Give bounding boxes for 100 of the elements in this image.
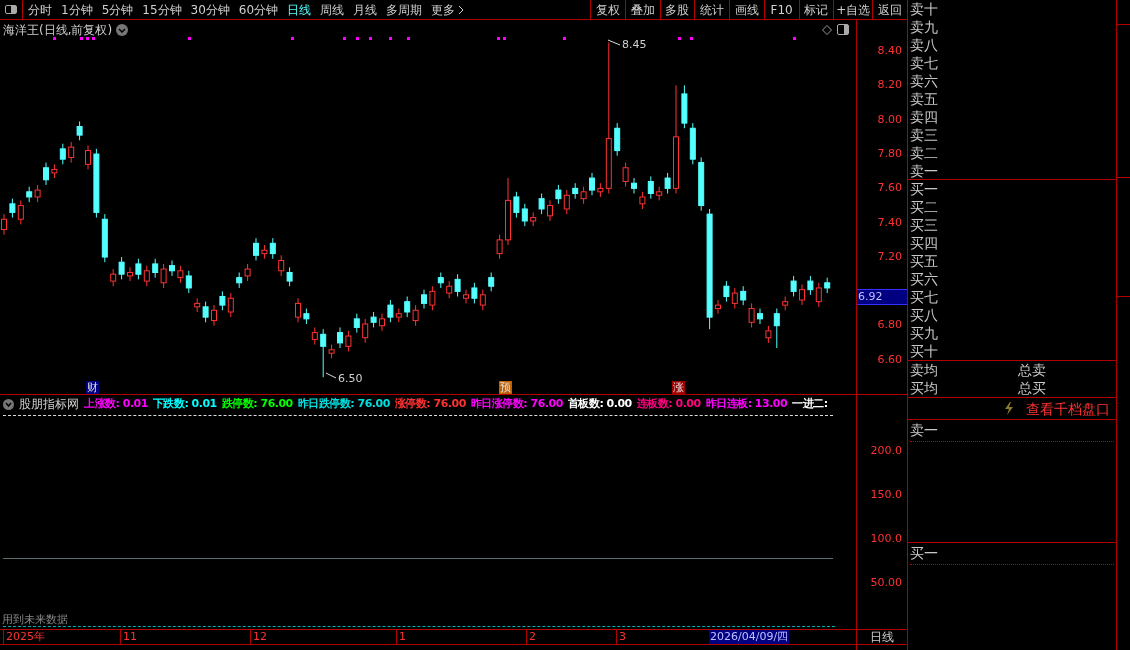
diamond-icon[interactable] bbox=[822, 25, 832, 35]
bid-level-label: 买三 bbox=[910, 216, 938, 234]
dropdown-icon[interactable] bbox=[116, 24, 129, 36]
indicator-value: 昨日跌停数: 76.00 bbox=[297, 395, 390, 412]
dropdown-icon[interactable] bbox=[3, 398, 14, 410]
toolbar-button[interactable]: 画线 bbox=[729, 0, 764, 19]
candlestick bbox=[799, 284, 805, 306]
candlestick bbox=[362, 318, 369, 344]
candlestick bbox=[169, 259, 175, 277]
toolbar-button[interactable]: +自选 bbox=[833, 0, 873, 19]
candlestick bbox=[622, 162, 629, 188]
indicator-axis-label: 150.0 bbox=[870, 488, 902, 501]
chart-title: 海洋王(日线,前复权) bbox=[3, 22, 113, 39]
candlestick bbox=[521, 203, 528, 227]
toolbar-button[interactable]: 多股 bbox=[659, 0, 695, 19]
period-tab[interactable]: 月线 bbox=[353, 0, 378, 19]
bid-level-label: 买九 bbox=[910, 324, 938, 342]
date-axis-label: 11 bbox=[120, 630, 137, 644]
price-axis-label: 7.20 bbox=[877, 249, 902, 263]
candlestick bbox=[135, 258, 142, 280]
toolbar-button[interactable]: 复权 bbox=[590, 0, 625, 19]
event-marker[interactable]: 涨 bbox=[672, 381, 685, 394]
date-axis-label: 1 bbox=[396, 630, 406, 644]
summary-label: 总买 bbox=[1018, 379, 1046, 397]
bid-level-label: 买七 bbox=[910, 288, 938, 306]
candlestick bbox=[471, 282, 478, 304]
candlestick bbox=[454, 273, 461, 298]
candlestick bbox=[353, 313, 360, 334]
current-price-label: 6.92 bbox=[857, 289, 907, 305]
indicator-value: 上涨数: 0.01 bbox=[84, 395, 148, 412]
bid-level-label: 买八 bbox=[910, 306, 938, 324]
candlestick bbox=[127, 266, 133, 282]
panel-toggle-icon[interactable] bbox=[837, 24, 849, 35]
price-axis-label: 8.20 bbox=[877, 78, 902, 92]
toolbar-button[interactable]: 返回 bbox=[872, 0, 908, 19]
ask-level-label: 卖五 bbox=[910, 90, 938, 108]
date-axis-label: 3 bbox=[616, 630, 626, 644]
leader-line bbox=[607, 39, 621, 46]
candlestick bbox=[219, 290, 226, 311]
candlestick bbox=[513, 191, 520, 219]
candlestick bbox=[479, 289, 486, 311]
candlestick bbox=[17, 199, 24, 225]
event-marker[interactable]: 财 bbox=[86, 381, 99, 394]
summary-label: 总卖 bbox=[1018, 361, 1046, 379]
candlestick bbox=[757, 308, 763, 325]
date-axis-label: 12 bbox=[250, 630, 267, 644]
bid-level-label: 买一 bbox=[910, 180, 938, 198]
indicator-axis-label: 50.00 bbox=[870, 576, 902, 589]
date-axis-label: 2025年 bbox=[3, 630, 45, 644]
candlestick bbox=[463, 289, 469, 304]
candlestick bbox=[429, 285, 436, 311]
ask-level-label: 卖二 bbox=[910, 144, 938, 162]
bid-level-label: 买十 bbox=[910, 342, 938, 360]
toolbar-button[interactable]: 叠加 bbox=[624, 0, 660, 19]
period-tab[interactable]: 60分钟 bbox=[238, 0, 279, 19]
candlestick bbox=[664, 172, 671, 195]
period-tab[interactable]: 分时 bbox=[28, 0, 52, 19]
candlestick bbox=[421, 289, 427, 310]
indicator-value: 昨日涨停数: 76.00 bbox=[470, 395, 563, 412]
candlestick bbox=[269, 237, 276, 260]
period-label: 日线 bbox=[857, 630, 907, 645]
period-tab[interactable]: 5分钟 bbox=[101, 0, 134, 19]
candlestick bbox=[731, 287, 738, 310]
price-axis-label: 7.40 bbox=[877, 215, 902, 229]
price-axis-label: 8.00 bbox=[877, 112, 902, 126]
toolbar-button[interactable]: F10 bbox=[763, 0, 799, 19]
ask-level-label: 卖六 bbox=[910, 72, 938, 90]
candlestick bbox=[118, 256, 125, 280]
candlestick bbox=[589, 172, 595, 196]
candlestick bbox=[547, 199, 553, 222]
depth-view-button[interactable]: 查看千档盘口 bbox=[1026, 399, 1110, 418]
depth-ask-label: 卖一 bbox=[910, 421, 938, 439]
candlestick bbox=[337, 326, 343, 349]
candlestick bbox=[185, 270, 192, 294]
period-tab[interactable]: 15分钟 bbox=[142, 0, 182, 19]
candlestick bbox=[790, 275, 797, 298]
toolbar-button[interactable]: 标记 bbox=[798, 0, 834, 19]
ask-level-label: 卖三 bbox=[910, 126, 938, 144]
candlestick bbox=[85, 144, 91, 170]
indicator-value: 昨日连板: 13.00 bbox=[705, 395, 788, 412]
ask-level-label: 卖一 bbox=[910, 162, 938, 180]
indicator-value: 涨停数: 76.00 bbox=[394, 395, 466, 412]
candlestick bbox=[278, 254, 285, 277]
period-tab[interactable]: 多周期 bbox=[386, 0, 423, 19]
indicator-axis-label: 100.0 bbox=[870, 532, 902, 545]
price-axis-label: 6.80 bbox=[877, 318, 902, 332]
ask-level-label: 卖十 bbox=[910, 0, 938, 18]
period-tab[interactable]: 周线 bbox=[320, 0, 345, 19]
candlestick bbox=[253, 237, 259, 261]
candlestick bbox=[488, 271, 495, 292]
period-tab[interactable]: 日线 bbox=[287, 0, 312, 19]
candlestick bbox=[555, 184, 562, 205]
period-tab[interactable]: 1分钟 bbox=[61, 0, 93, 19]
period-tab[interactable]: 30分钟 bbox=[190, 0, 230, 19]
candlestick bbox=[76, 120, 83, 141]
candlestick bbox=[9, 198, 16, 219]
depth-bid-label: 买一 bbox=[910, 544, 938, 562]
period-tab[interactable]: 更多 bbox=[431, 0, 465, 19]
toolbar-button[interactable]: 统计 bbox=[694, 0, 729, 19]
indicator-axis-label: 200.0 bbox=[870, 444, 902, 457]
